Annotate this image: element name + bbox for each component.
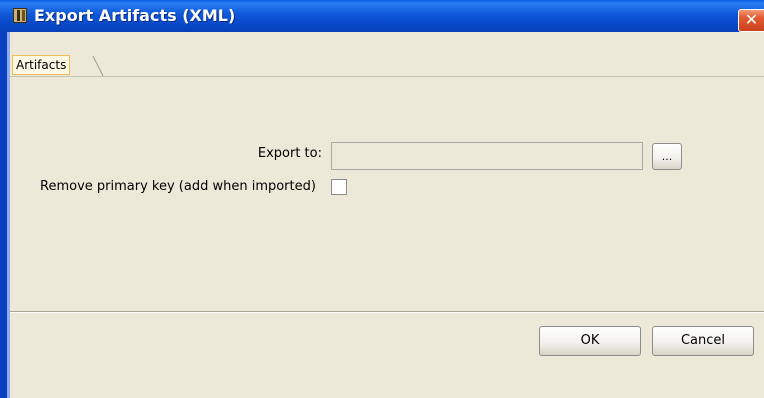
ok-button[interactable]: OK bbox=[539, 326, 641, 356]
window-title: Export Artifacts (XML) bbox=[34, 6, 236, 25]
tab-artifacts[interactable]: Artifacts bbox=[12, 55, 71, 75]
tab-edge bbox=[92, 56, 104, 77]
title-bar[interactable]: Export Artifacts (XML) ✕ bbox=[0, 0, 764, 32]
app-icon bbox=[13, 8, 27, 23]
export-path-input[interactable] bbox=[331, 142, 643, 170]
export-artifacts-dialog: Export Artifacts (XML) ✕ Artifacts Expor… bbox=[0, 0, 764, 398]
remove-primary-key-checkbox[interactable] bbox=[331, 179, 347, 195]
cancel-button[interactable]: Cancel bbox=[652, 326, 754, 356]
browse-button[interactable]: ... bbox=[652, 143, 682, 170]
close-button[interactable]: ✕ bbox=[738, 9, 764, 32]
export-to-label: Export to: bbox=[257, 146, 322, 161]
button-bar-separator-highlight bbox=[10, 312, 764, 313]
window-frame-left bbox=[0, 32, 10, 398]
tab-strip bbox=[10, 32, 764, 76]
remove-primary-key-label: Remove primary key (add when imported) bbox=[40, 179, 316, 194]
